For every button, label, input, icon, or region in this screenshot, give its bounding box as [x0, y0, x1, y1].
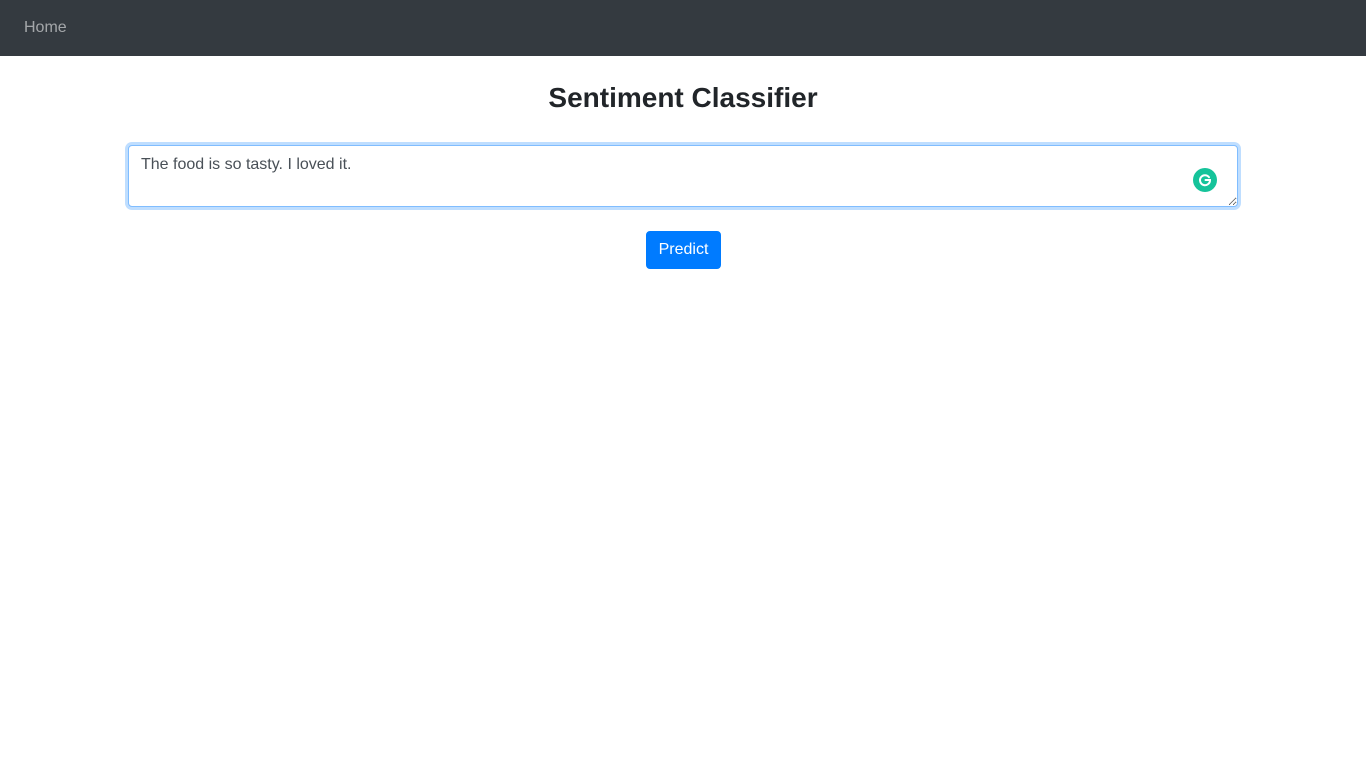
page-title: Sentiment Classifier: [548, 82, 818, 113]
sentence-input[interactable]: [128, 145, 1238, 207]
sentence-input-wrapper: [128, 145, 1238, 207]
nav-home-link[interactable]: Home: [24, 19, 67, 37]
predict-button[interactable]: Predict: [646, 231, 721, 269]
navbar: Home: [0, 0, 1366, 56]
grammarly-icon[interactable]: [1193, 168, 1217, 192]
